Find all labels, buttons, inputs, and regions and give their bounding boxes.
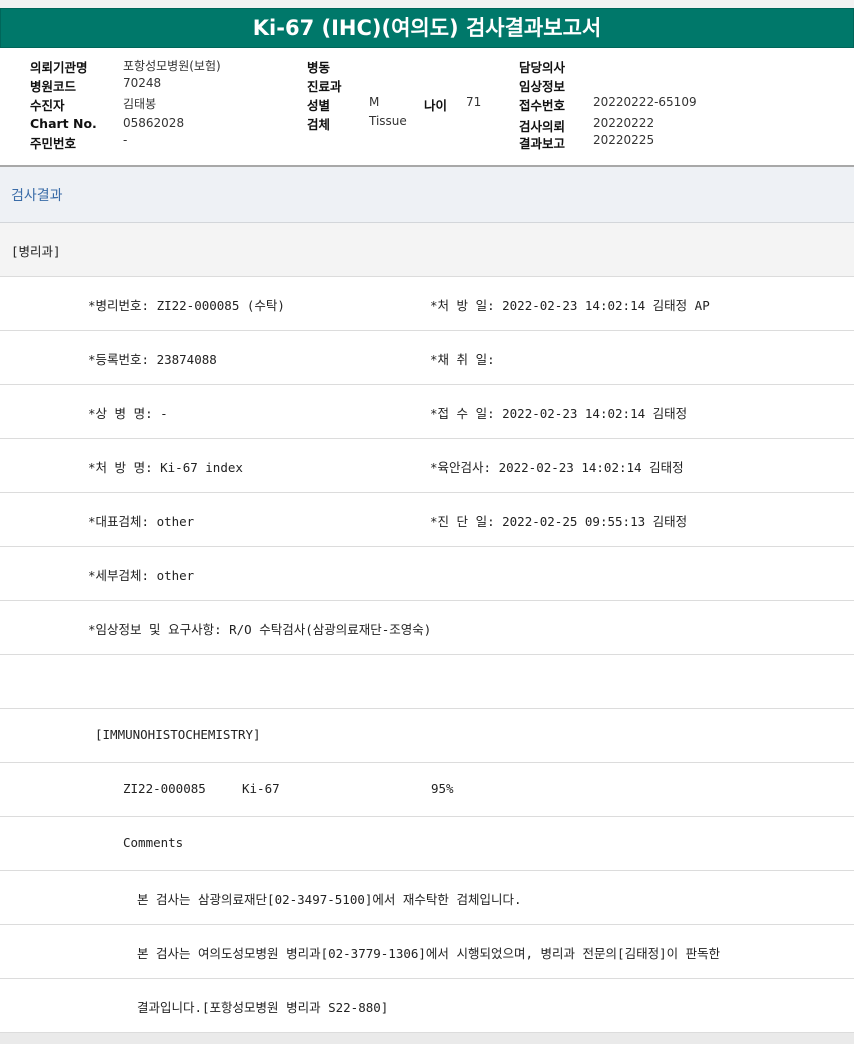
ihc-result: 95% (431, 781, 454, 796)
ihc-case-no: ZI22-000085 (123, 781, 206, 796)
specimen-label: 검체 (307, 117, 331, 132)
doctor-label: 담당의사 (519, 60, 566, 75)
age-value: 71 (466, 95, 482, 109)
receipt-no-label: 접수번호 (519, 98, 566, 113)
department-tag: [병리과] (11, 244, 61, 259)
comments-label-row: Comments (0, 817, 854, 871)
disease-name: *상 병 명: - (88, 406, 168, 421)
comment-line-2: 본 검사는 여의도성모병원 병리과[02-3779-1306]에서 시행되었으며… (137, 946, 721, 961)
clinical-request: *임상정보 및 요구사항: R/O 수탁검사(삼광의료재단-조영숙) (88, 622, 432, 637)
report-title: Ki-67 (IHC)(여의도) 검사결과보고서 (0, 8, 854, 48)
patient-label: 수진자 (30, 98, 65, 113)
ihc-heading: [IMMUNOHISTOCHEMISTRY] (95, 727, 261, 742)
result-section-header: 검사결과 (0, 167, 854, 223)
institution-value: 포항성모병원(보험) (123, 59, 221, 73)
ihc-heading-row: [IMMUNOHISTOCHEMISTRY] (0, 709, 854, 763)
specimen-value: Tissue (369, 114, 407, 128)
sex-value: M (369, 95, 380, 109)
detail-row: *대표검체: other *진 단 일: 2022-02-25 09:55:13… (0, 493, 854, 547)
receipt-date: *접 수 일: 2022-02-23 14:02:14 김태정 (430, 406, 688, 421)
ihc-result-row: ZI22-000085 Ki-67 95% (0, 763, 854, 817)
diagnosis-date: *진 단 일: 2022-02-25 09:55:13 김태정 (430, 514, 688, 529)
receipt-no-value: 20220222-65109 (593, 95, 697, 109)
age-label: 나이 (424, 98, 448, 113)
department-label: 진료과 (307, 79, 342, 94)
chart-label: Chart No. (30, 116, 97, 131)
chart-value: 05862028 (123, 116, 185, 130)
main-specimen: *대표검체: other (88, 514, 195, 529)
comment-line-1: 본 검사는 삼광의료재단[02-3497-5100]에서 재수탁한 검체입니다. (137, 892, 522, 907)
department-row: [병리과] (0, 223, 854, 277)
ihc-marker: Ki-67 (242, 781, 280, 796)
bottom-border (0, 1033, 854, 1044)
comment-row: 결과입니다.[포항성모병원 병리과 S22-880] (0, 979, 854, 1033)
comment-line-3: 결과입니다.[포항성모병원 병리과 S22-880] (137, 1000, 389, 1015)
clinical-label: 임상정보 (519, 79, 566, 94)
pathology-no: *병리번호: ZI22-000085 (수탁) (88, 298, 285, 313)
request-date-value: 20220222 (593, 116, 655, 130)
report-date-value: 20220225 (593, 133, 655, 147)
detail-row: *등록번호: 23874088 *채 취 일: (0, 331, 854, 385)
comment-row: 본 검사는 삼광의료재단[02-3497-5100]에서 재수탁한 검체입니다. (0, 871, 854, 925)
institution-label: 의뢰기관명 (30, 60, 88, 75)
sex-label: 성별 (307, 98, 331, 113)
detail-row: *임상정보 및 요구사항: R/O 수탁검사(삼광의료재단-조영숙) (0, 601, 854, 655)
comment-row: 본 검사는 여의도성모병원 병리과[02-3779-1306]에서 시행되었으며… (0, 925, 854, 979)
detail-row: *처 방 명: Ki-67 index *육안검사: 2022-02-23 14… (0, 439, 854, 493)
section-title: 검사결과 (11, 188, 63, 204)
gross-exam: *육안검사: 2022-02-23 14:02:14 김태정 (430, 460, 684, 475)
hospital-code-label: 병원코드 (30, 79, 77, 94)
resident-label: 주민번호 (30, 136, 77, 151)
top-border (0, 0, 854, 8)
sub-specimen: *세부검체: other (88, 568, 195, 583)
ward-label: 병동 (307, 60, 331, 75)
prescription-date: *처 방 일: 2022-02-23 14:02:14 김태정 AP (430, 298, 710, 313)
hospital-code-value: 70248 (123, 76, 162, 90)
detail-row: *병리번호: ZI22-000085 (수탁) *처 방 일: 2022-02-… (0, 277, 854, 331)
comments-label: Comments (123, 835, 184, 850)
registration-no: *등록번호: 23874088 (88, 352, 217, 367)
collection-date: *채 취 일: (430, 352, 495, 367)
detail-row: *세부검체: other (0, 547, 854, 601)
report-date-label: 결과보고 (519, 136, 566, 151)
patient-info-panel: 의뢰기관명 포항성모병원(보험) 병원코드 70248 수진자 김태봉 Char… (0, 48, 854, 165)
patient-value: 김태봉 (123, 97, 157, 111)
resident-value: - (123, 133, 128, 147)
prescription-name: *처 방 명: Ki-67 index (88, 460, 243, 475)
blank-row (0, 655, 854, 709)
detail-row: *상 병 명: - *접 수 일: 2022-02-23 14:02:14 김태… (0, 385, 854, 439)
